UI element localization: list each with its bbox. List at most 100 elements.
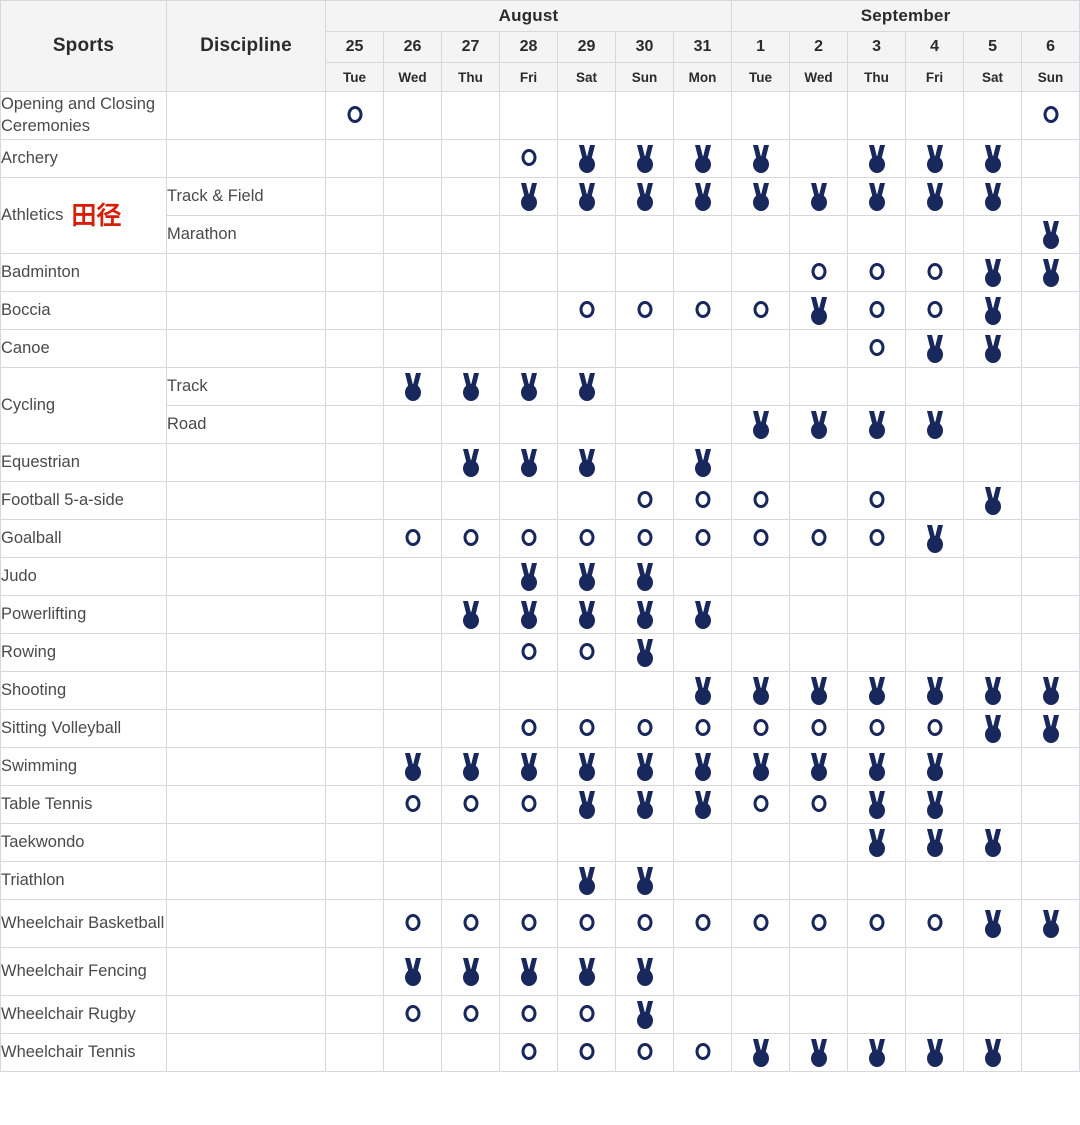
schedule-cell-medal[interactable] — [499, 557, 558, 596]
schedule-cell-circle[interactable] — [731, 481, 791, 520]
schedule-cell-medal[interactable] — [557, 443, 616, 482]
schedule-cell-medal[interactable] — [731, 177, 791, 216]
schedule-cell-medal[interactable] — [847, 671, 907, 710]
schedule-cell-circle[interactable] — [905, 253, 965, 292]
schedule-cell-medal[interactable] — [905, 405, 965, 444]
schedule-cell-circle[interactable] — [847, 481, 907, 520]
schedule-cell-medal[interactable] — [557, 367, 616, 406]
schedule-cell-circle[interactable] — [499, 1033, 558, 1072]
schedule-cell-circle[interactable] — [557, 633, 616, 672]
schedule-cell-circle[interactable] — [615, 899, 674, 948]
schedule-cell-medal[interactable] — [963, 823, 1023, 862]
schedule-cell-circle[interactable] — [441, 995, 500, 1034]
schedule-cell-medal[interactable] — [441, 747, 500, 786]
schedule-cell-circle[interactable] — [499, 785, 558, 824]
schedule-cell-medal[interactable] — [615, 139, 674, 178]
schedule-cell-medal[interactable] — [789, 1033, 849, 1072]
schedule-cell-medal[interactable] — [731, 671, 791, 710]
schedule-cell-circle[interactable] — [499, 709, 558, 748]
schedule-cell-medal[interactable] — [615, 747, 674, 786]
schedule-cell-circle[interactable] — [499, 139, 558, 178]
schedule-cell-circle[interactable] — [789, 519, 849, 558]
schedule-cell-medal[interactable] — [905, 671, 965, 710]
schedule-cell-medal[interactable] — [615, 947, 674, 996]
schedule-cell-medal[interactable] — [615, 785, 674, 824]
schedule-cell-circle[interactable] — [672, 291, 733, 330]
schedule-cell-circle[interactable] — [847, 329, 907, 368]
schedule-cell-medal[interactable] — [905, 747, 965, 786]
schedule-cell-circle[interactable] — [672, 1033, 733, 1072]
schedule-cell-medal[interactable] — [789, 405, 849, 444]
schedule-cell-circle[interactable] — [615, 709, 674, 748]
schedule-cell-circle[interactable] — [847, 899, 907, 948]
schedule-cell-medal[interactable] — [789, 747, 849, 786]
schedule-cell-medal[interactable] — [731, 405, 791, 444]
schedule-cell-medal[interactable] — [847, 177, 907, 216]
schedule-cell-medal[interactable] — [672, 785, 733, 824]
schedule-cell-medal[interactable] — [615, 557, 674, 596]
schedule-cell-medal[interactable] — [1021, 709, 1080, 748]
schedule-cell-medal[interactable] — [557, 139, 616, 178]
schedule-cell-circle[interactable] — [672, 899, 733, 948]
schedule-cell-medal[interactable] — [905, 519, 965, 558]
schedule-cell-circle[interactable] — [383, 519, 442, 558]
schedule-cell-medal[interactable] — [615, 633, 674, 672]
schedule-cell-medal[interactable] — [672, 139, 733, 178]
schedule-cell-medal[interactable] — [905, 177, 965, 216]
schedule-cell-medal[interactable] — [499, 595, 558, 634]
schedule-cell-circle[interactable] — [847, 291, 907, 330]
schedule-cell-circle[interactable] — [557, 519, 616, 558]
schedule-cell-circle[interactable] — [383, 995, 442, 1034]
schedule-cell-circle[interactable] — [325, 91, 384, 140]
schedule-cell-medal[interactable] — [847, 747, 907, 786]
schedule-cell-medal[interactable] — [672, 747, 733, 786]
schedule-cell-medal[interactable] — [963, 253, 1023, 292]
schedule-cell-circle[interactable] — [905, 899, 965, 948]
schedule-cell-medal[interactable] — [672, 595, 733, 634]
schedule-cell-medal[interactable] — [847, 823, 907, 862]
schedule-cell-medal[interactable] — [441, 367, 500, 406]
schedule-cell-medal[interactable] — [615, 861, 674, 900]
schedule-cell-circle[interactable] — [789, 709, 849, 748]
schedule-cell-circle[interactable] — [731, 709, 791, 748]
schedule-cell-medal[interactable] — [847, 785, 907, 824]
schedule-cell-medal[interactable] — [905, 823, 965, 862]
schedule-cell-circle[interactable] — [789, 253, 849, 292]
schedule-cell-medal[interactable] — [615, 177, 674, 216]
schedule-cell-circle[interactable] — [905, 709, 965, 748]
schedule-cell-medal[interactable] — [789, 177, 849, 216]
schedule-cell-medal[interactable] — [672, 177, 733, 216]
schedule-cell-medal[interactable] — [499, 177, 558, 216]
schedule-cell-medal[interactable] — [963, 139, 1023, 178]
schedule-cell-medal[interactable] — [383, 367, 442, 406]
schedule-cell-medal[interactable] — [847, 405, 907, 444]
schedule-cell-circle[interactable] — [731, 291, 791, 330]
schedule-cell-circle[interactable] — [557, 709, 616, 748]
schedule-cell-circle[interactable] — [557, 899, 616, 948]
schedule-cell-circle[interactable] — [905, 291, 965, 330]
schedule-cell-medal[interactable] — [557, 557, 616, 596]
schedule-cell-medal[interactable] — [499, 367, 558, 406]
schedule-cell-medal[interactable] — [1021, 671, 1080, 710]
schedule-cell-medal[interactable] — [731, 1033, 791, 1072]
schedule-cell-medal[interactable] — [557, 177, 616, 216]
schedule-cell-medal[interactable] — [383, 947, 442, 996]
schedule-cell-medal[interactable] — [963, 899, 1023, 948]
schedule-cell-medal[interactable] — [499, 947, 558, 996]
schedule-cell-medal[interactable] — [847, 139, 907, 178]
schedule-cell-medal[interactable] — [383, 747, 442, 786]
schedule-cell-medal[interactable] — [847, 1033, 907, 1072]
schedule-cell-circle[interactable] — [789, 899, 849, 948]
schedule-cell-medal[interactable] — [963, 1033, 1023, 1072]
schedule-cell-medal[interactable] — [963, 177, 1023, 216]
schedule-cell-medal[interactable] — [615, 595, 674, 634]
schedule-cell-medal[interactable] — [557, 785, 616, 824]
schedule-cell-medal[interactable] — [1021, 215, 1080, 254]
schedule-cell-circle[interactable] — [441, 519, 500, 558]
schedule-cell-circle[interactable] — [557, 1033, 616, 1072]
schedule-cell-medal[interactable] — [615, 995, 674, 1034]
schedule-cell-circle[interactable] — [847, 709, 907, 748]
schedule-cell-medal[interactable] — [905, 785, 965, 824]
schedule-cell-medal[interactable] — [963, 481, 1023, 520]
schedule-cell-circle[interactable] — [672, 481, 733, 520]
